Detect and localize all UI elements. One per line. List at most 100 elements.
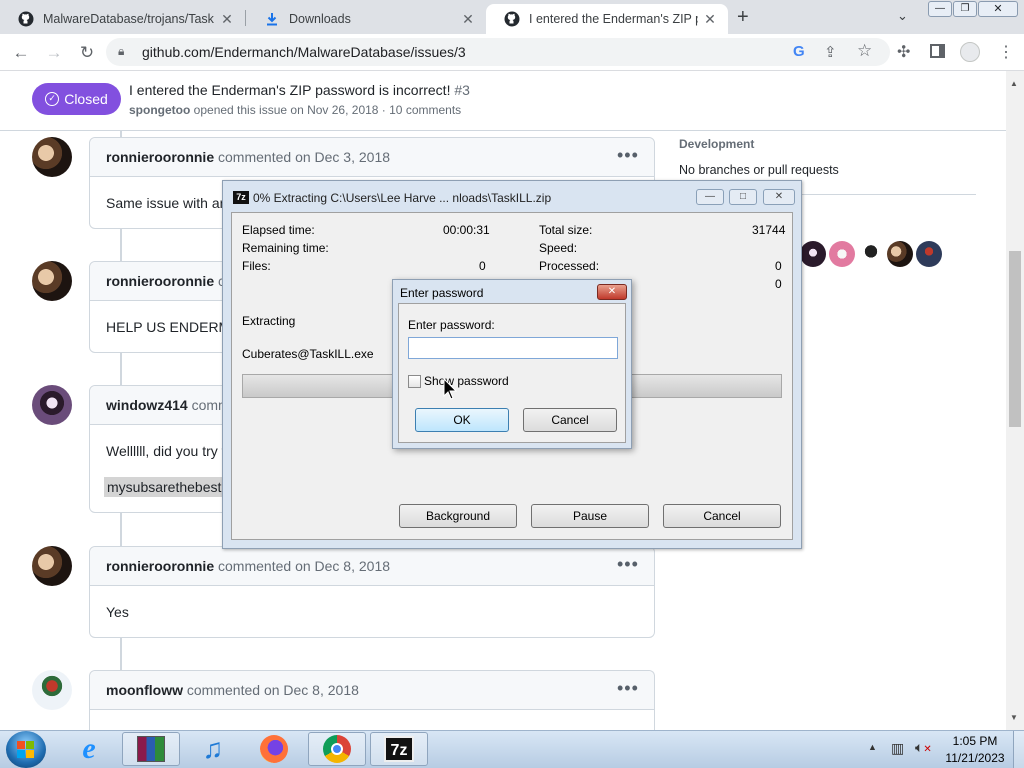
scroll-up-icon[interactable]: ▲ (1010, 79, 1018, 88)
comment-author[interactable]: ronnierooronnie (106, 558, 214, 574)
comment-date[interactable]: on Dec 3, 2018 (295, 149, 390, 165)
start-button[interactable] (6, 731, 46, 768)
tab-search-icon[interactable]: ⌄ (897, 8, 908, 24)
network-icon[interactable]: ▥ (891, 740, 904, 757)
show-password-checkbox[interactable] (408, 375, 421, 388)
more-options-icon[interactable]: ••• (617, 678, 639, 699)
volume-muted-icon[interactable]: 🔈︎✕ (915, 739, 932, 756)
back-icon[interactable]: ← (10, 42, 32, 64)
lock-icon[interactable]: 🔒︎ (118, 44, 124, 59)
pause-button[interactable]: Pause (531, 504, 649, 528)
firefox-icon[interactable] (245, 732, 303, 766)
windows-logo-part (17, 750, 25, 758)
cancel-button[interactable]: Cancel (663, 504, 781, 528)
comment-verb: commented (218, 149, 292, 165)
show-hidden-icons-icon[interactable]: ▲ (868, 742, 877, 752)
avatar[interactable] (916, 241, 942, 267)
more-options-icon[interactable]: ••• (617, 554, 639, 575)
scroll-down-icon[interactable]: ▼ (1010, 713, 1018, 722)
total-size-label: Total size: (539, 223, 593, 237)
dialog-title: Enter password (400, 286, 484, 300)
comment-date[interactable]: on Dec 8, 2018 (295, 558, 390, 574)
avatar[interactable] (32, 385, 72, 425)
issue-title-text: I entered the Enderman's ZIP password is… (129, 82, 451, 98)
forward-icon[interactable]: → (43, 42, 65, 64)
avatar[interactable] (887, 241, 913, 267)
dialog-title: 0% Extracting C:\Users\Lee Harve ... nlo… (253, 191, 552, 205)
password-dialog: Enter password ✕ Enter password: Show pa… (392, 279, 632, 449)
github-icon (504, 11, 520, 27)
chrome-icon[interactable] (308, 732, 366, 766)
media-player-icon[interactable]: ♫ (184, 732, 242, 766)
comment-author[interactable]: windowz414 (106, 397, 188, 413)
window-close-button[interactable]: ✕ (978, 1, 1018, 17)
winrar-icon[interactable] (122, 732, 180, 766)
elapsed-value: 00:00:31 (443, 223, 490, 237)
comment-header: moonfloww commented on Dec 8, 2018 (90, 671, 654, 710)
more-options-icon[interactable]: ••• (617, 145, 639, 166)
maximize-button[interactable]: □ (729, 189, 757, 205)
issue-meta-text: opened this issue on Nov 26, 2018 · 10 c… (193, 103, 462, 117)
comment-author[interactable]: moonfloww (106, 682, 183, 698)
clock-time[interactable]: 1:05 PM (944, 734, 1006, 748)
issue-meta: spongetoo opened this issue on Nov 26, 2… (129, 103, 461, 117)
minimize-button[interactable]: — (928, 1, 952, 17)
comment-body: Yes (106, 604, 129, 620)
avatar[interactable] (32, 670, 72, 710)
clock-date[interactable]: 11/21/2023 (940, 751, 1010, 765)
tab-label: Downloads (289, 12, 351, 26)
bookmark-star-icon[interactable]: ☆ (857, 41, 872, 61)
tab-issue[interactable]: I entered the Enderman's ZIP pas ✕ (486, 4, 728, 34)
reload-icon[interactable]: ↻ (76, 42, 98, 64)
ok-button[interactable]: OK (415, 408, 509, 432)
internet-explorer-icon[interactable]: e (60, 732, 118, 766)
github-icon (18, 11, 34, 27)
scrollbar-thumb[interactable] (1009, 251, 1021, 427)
avatar[interactable] (829, 241, 855, 267)
compressed-value: 0 (775, 277, 782, 291)
minimize-button[interactable]: — (696, 189, 724, 205)
avatar[interactable] (858, 241, 884, 267)
tab-malware-database[interactable]: MalwareDatabase/trojans/TaskILL ✕ (0, 4, 245, 34)
avatar[interactable] (32, 137, 72, 177)
avatar[interactable] (32, 261, 72, 301)
close-button[interactable]: ✕ (597, 284, 627, 300)
side-panel-icon[interactable] (930, 44, 945, 58)
close-button[interactable]: ✕ (763, 189, 795, 205)
google-icon[interactable]: G (793, 43, 805, 60)
issue-author-link[interactable]: spongetoo (129, 103, 190, 117)
extensions-icon[interactable]: ✣ (897, 42, 910, 62)
comment-author[interactable]: ronnierooronnie (106, 149, 214, 165)
windows-logo-part (26, 750, 34, 758)
background-button[interactable]: Background (399, 504, 517, 528)
comment-date[interactable]: on Dec 8, 2018 (264, 682, 359, 698)
show-desktop-button[interactable] (1013, 731, 1024, 768)
windows-logo-part (26, 741, 34, 749)
url-text[interactable]: github.com/Endermanch/MalwareDatabase/is… (142, 44, 466, 60)
processed-label: Processed: (539, 259, 600, 273)
avatar[interactable] (800, 241, 826, 267)
avatar[interactable] (32, 546, 72, 586)
share-icon[interactable]: ⇪ (824, 43, 837, 61)
tab-downloads[interactable]: Downloads ✕ (246, 4, 486, 34)
comment-author[interactable]: ronnierooronnie (106, 273, 214, 289)
cancel-button[interactable]: Cancel (523, 408, 617, 432)
restore-button[interactable]: ❐ (953, 1, 977, 17)
show-password-label[interactable]: Show password (424, 374, 509, 388)
comment-verb: commented (218, 558, 292, 574)
profile-avatar[interactable] (960, 42, 980, 62)
close-icon[interactable]: ✕ (215, 11, 239, 28)
dialog-body: Enter password: Show password OK Cancel (398, 303, 626, 443)
remaining-label: Remaining time: (242, 241, 329, 255)
7zip-taskbar-icon[interactable]: 7z (370, 732, 428, 766)
close-icon[interactable]: ✕ (456, 11, 480, 28)
new-tab-button[interactable]: + (737, 6, 749, 29)
close-icon[interactable]: ✕ (698, 11, 722, 28)
closed-check-icon: ✓ (45, 92, 60, 106)
password-input[interactable] (408, 337, 618, 359)
menu-icon[interactable]: ⋮ (998, 42, 1014, 62)
issue-title: I entered the Enderman's ZIP password is… (129, 82, 470, 98)
page-scrollbar[interactable]: ▲ ▼ (1006, 71, 1024, 730)
issue-number: #3 (454, 82, 470, 98)
comment-card: moonfloww commented on Dec 8, 2018 ••• (89, 670, 655, 730)
